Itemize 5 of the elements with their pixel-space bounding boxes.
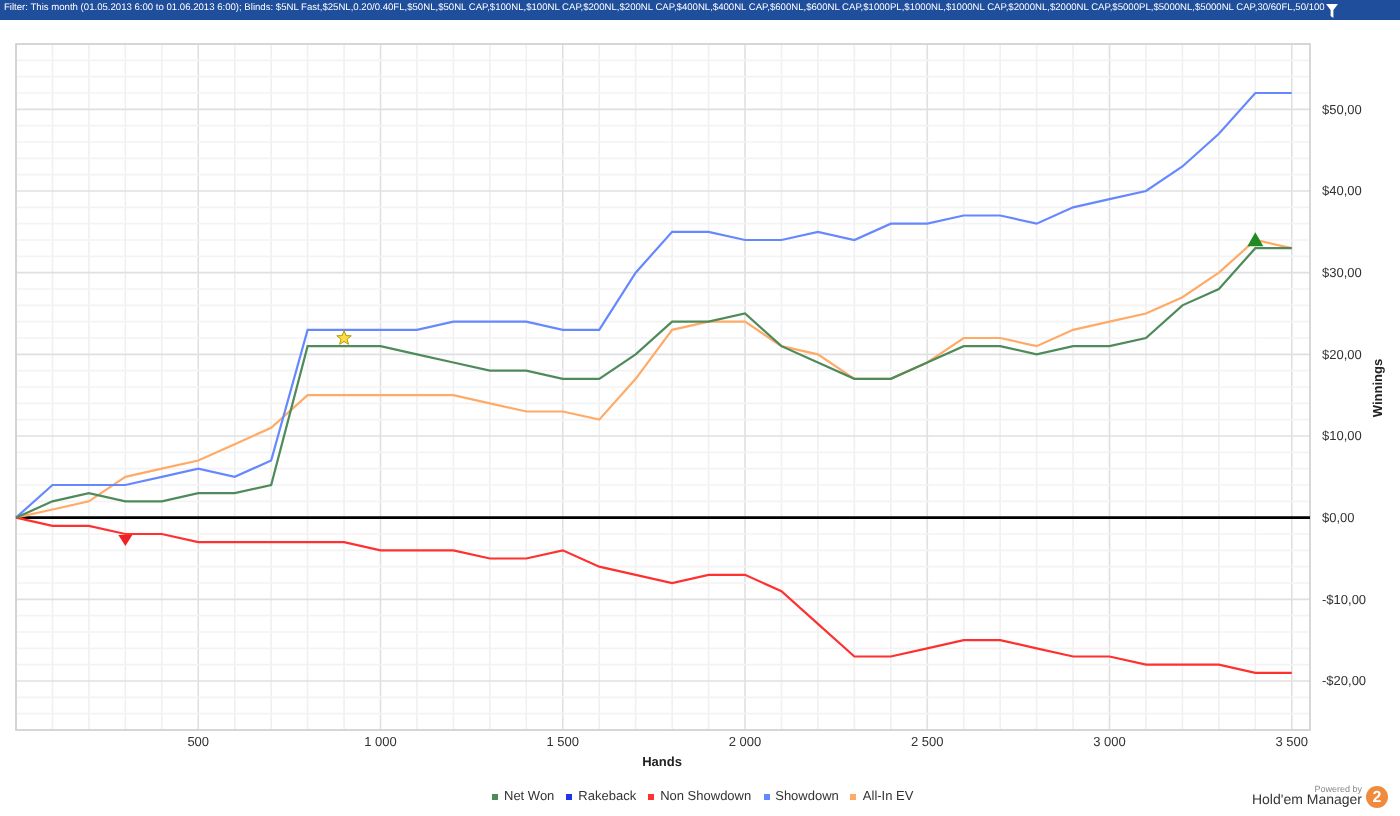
triangle-marker-icon: [1247, 232, 1264, 247]
filter-icon[interactable]: [1326, 3, 1339, 17]
star-marker-icon: [336, 330, 352, 345]
logo-badge: 2: [1366, 786, 1388, 808]
triangle-marker-icon: [118, 535, 133, 546]
